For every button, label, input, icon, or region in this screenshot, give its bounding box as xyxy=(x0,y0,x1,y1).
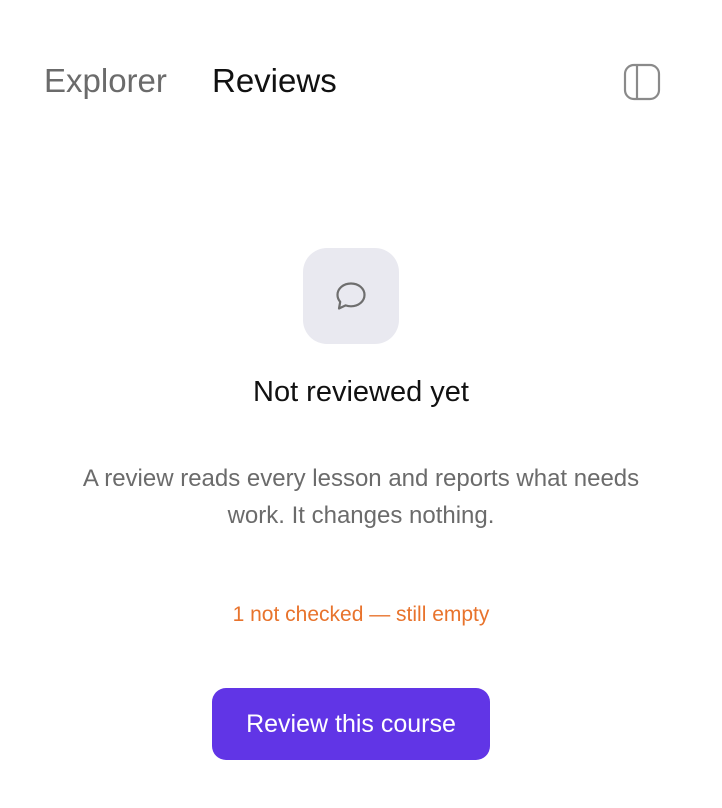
empty-state-description: A review reads every lesson and reports … xyxy=(82,465,640,529)
empty-state-title: Not reviewed yet xyxy=(253,376,469,408)
not-checked-warning: 1 not checked — still empty xyxy=(232,603,490,626)
panel-toggle-button[interactable] xyxy=(622,62,662,102)
empty-state-icon-tile xyxy=(303,248,399,344)
tab-reviews[interactable]: Reviews xyxy=(212,60,337,102)
panel-header: Explorer Reviews xyxy=(0,0,722,160)
chat-bubble-icon xyxy=(336,282,366,310)
sidebar-panel-icon xyxy=(623,63,661,101)
review-course-button[interactable]: Review this course xyxy=(212,688,490,760)
tab-explorer[interactable]: Explorer xyxy=(44,60,167,102)
